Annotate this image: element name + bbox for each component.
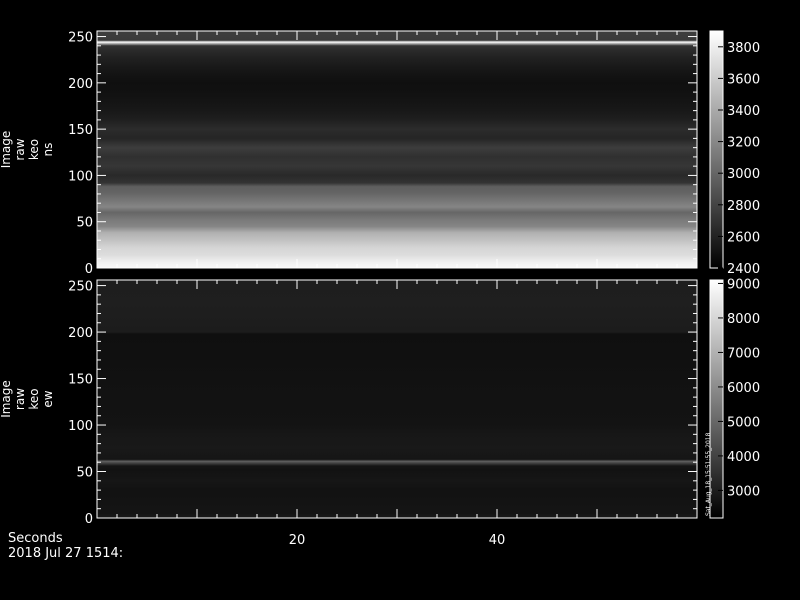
colorbar-tick-label: 7000	[727, 346, 760, 361]
x-axis-label: Seconds	[8, 531, 63, 546]
x-tick-label: 20	[289, 533, 306, 548]
x-tick-label: 40	[489, 533, 506, 548]
keogram-figure: 050100150200250Image raw keo ns240026002800…	[0, 30, 760, 548]
colorbar-tick-label: 3400	[727, 104, 760, 119]
y-tick-label: 150	[68, 373, 93, 388]
y-axis-label-line: ew	[41, 390, 55, 407]
y-tick-label: 0	[85, 262, 93, 277]
y-tick-label: 150	[68, 123, 93, 138]
colorbar-tick-label: 4000	[727, 450, 760, 465]
colorbar-tick-label: 3200	[727, 136, 760, 151]
x-axis-tick-labels: 20 40	[289, 533, 506, 548]
y-tick-label: 100	[68, 419, 93, 434]
y-axis-label-line: Image	[0, 380, 13, 418]
y-tick-label: 0	[85, 512, 93, 527]
colorbar-tick-label: 3600	[727, 72, 760, 87]
colorbar-tick-label: 9000	[727, 277, 760, 292]
y-axis-label-line: ns	[41, 143, 55, 157]
keogram-image	[97, 31, 697, 268]
colorbar-tick-label: 3000	[727, 167, 760, 182]
colorbar-tick-label: 3000	[727, 484, 760, 499]
y-axis-label-line: keo	[27, 388, 41, 409]
y-tick-label: 50	[76, 466, 93, 481]
colorbar-tick-label: 6000	[727, 381, 760, 396]
colorbar-side-label: Sat_Aug_18_15:51:55_2018	[705, 432, 712, 516]
y-axis-label-line: raw	[13, 388, 27, 410]
date-stamp: 2018 Jul 27 1514:	[8, 546, 124, 561]
colorbar-tick-label: 2600	[727, 230, 760, 245]
y-tick-label: 250	[68, 280, 93, 295]
colorbar-tick-label: 2800	[727, 199, 760, 214]
colorbar-tick-label: 3800	[727, 41, 760, 56]
y-axis-label-line: keo	[27, 139, 41, 160]
panel-keo-ew: 0 50 100 150 200 250 Image raw keo ew 3000 4000 5000…	[0, 277, 760, 527]
y-tick-label: 200	[68, 77, 93, 92]
y-axis-label-line: Image	[0, 131, 13, 169]
colorbar-tick-label: 8000	[727, 312, 760, 327]
panel-keo-ns: 0 50 100 150 200 250 Image raw keo ns 2400 2600 2800…	[0, 30, 760, 277]
y-tick-label: 100	[68, 169, 93, 184]
colorbar-tick-label: 2400	[727, 262, 760, 277]
y-tick-label: 200	[68, 326, 93, 341]
keogram-image	[97, 280, 697, 518]
colorbar	[709, 30, 724, 269]
y-tick-label: 250	[68, 31, 93, 46]
y-axis-label-line: raw	[13, 138, 27, 160]
colorbar-tick-label: 5000	[727, 415, 760, 430]
y-tick-label: 50	[76, 216, 93, 231]
